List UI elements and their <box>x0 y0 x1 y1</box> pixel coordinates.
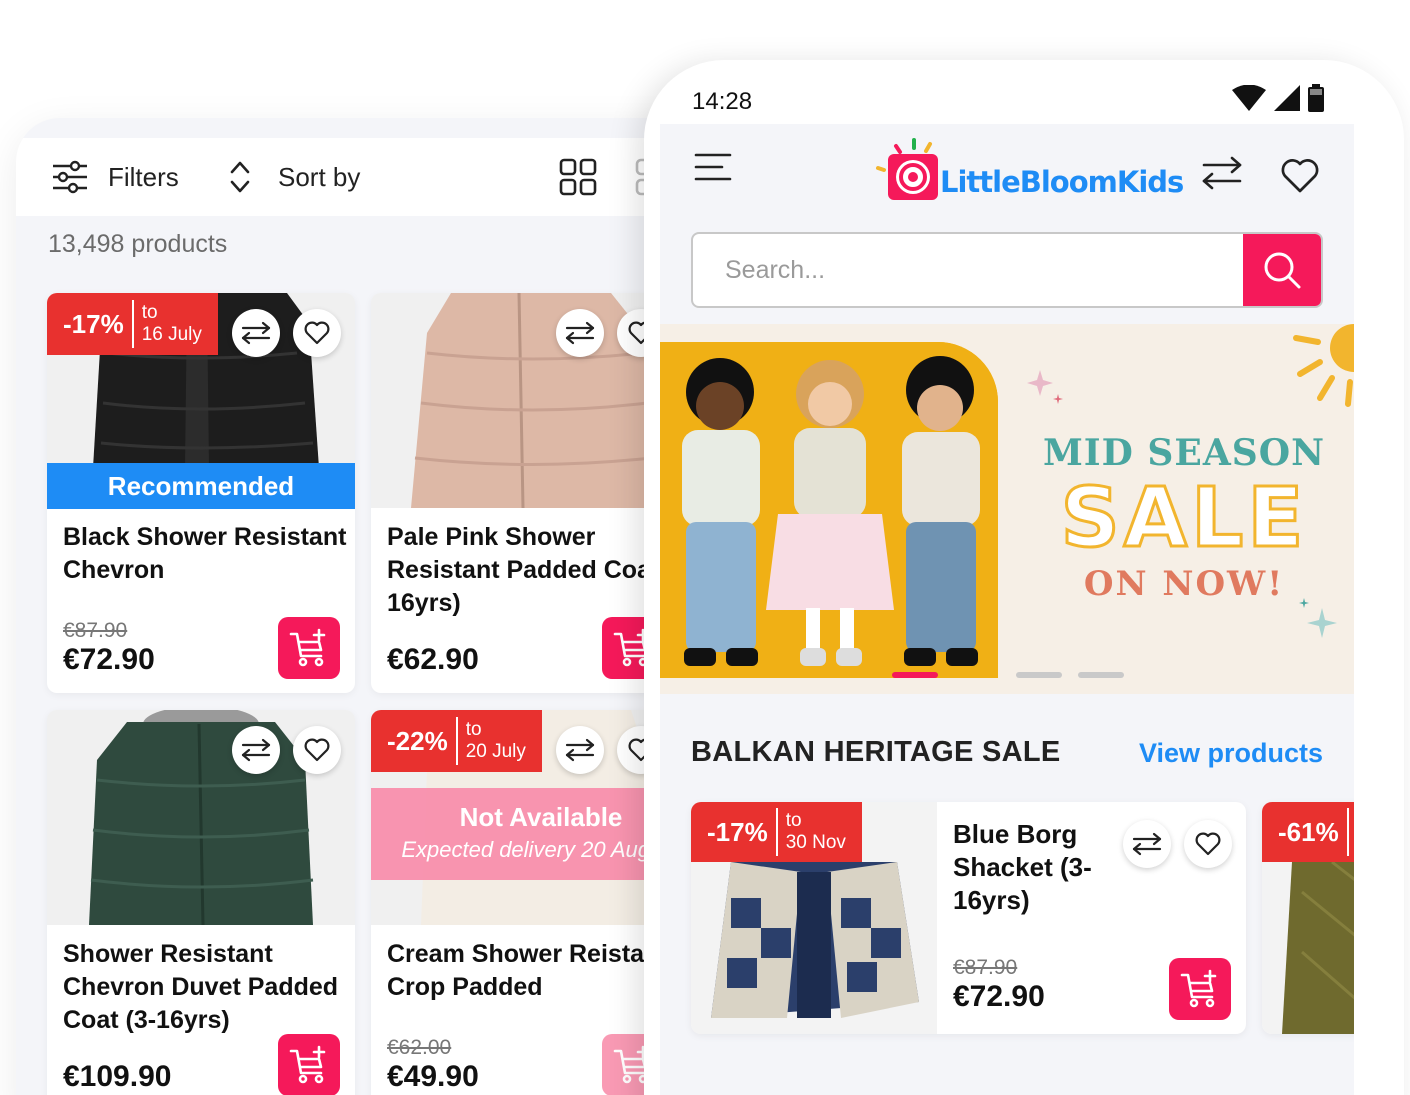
home-screen: LittleBloomKids Search... MID SEASON SAL… <box>660 124 1354 1095</box>
product-card[interactable]: Shower Resistant Chevron Duvet Padded Co… <box>47 710 355 1095</box>
compare-button[interactable] <box>556 726 604 774</box>
logo-mark-icon <box>876 138 938 200</box>
sale-line-1: MID SEASON <box>1042 432 1326 474</box>
wishlist-button[interactable] <box>293 726 341 774</box>
old-price: €62.00 <box>387 1036 452 1059</box>
compare-button[interactable] <box>232 726 280 774</box>
compare-icon <box>1132 832 1162 856</box>
grid-view-icon <box>558 157 598 197</box>
discount-until: 20 July <box>465 741 526 762</box>
product-count: 13,498 products <box>48 230 228 258</box>
sale-text: MID SEASON SALE ON NOW! <box>1034 432 1334 604</box>
sort-label: Sort by <box>278 161 361 192</box>
add-to-cart-icon <box>289 628 326 667</box>
discount-to-label: to <box>785 810 802 831</box>
sun-icon <box>1293 324 1354 407</box>
discount-badge: -61% <box>1262 802 1354 862</box>
status-time: 14:28 <box>692 88 753 115</box>
heart-icon <box>304 321 330 345</box>
view-products-link[interactable]: View products <box>1139 738 1323 769</box>
add-to-cart-button[interactable] <box>278 617 340 679</box>
compare-button[interactable] <box>232 309 280 357</box>
sort-icon <box>220 157 260 197</box>
section-title: BALKAN HERITAGE SALE <box>691 736 1061 768</box>
product-name[interactable]: Blue Borg Shacket (3-16yrs) <box>953 818 1113 917</box>
search-icon <box>1264 252 1301 289</box>
sort-button[interactable]: Sort by <box>220 138 360 216</box>
add-to-cart-icon <box>289 1045 326 1084</box>
discount-to-label: to <box>465 719 482 740</box>
search-button[interactable] <box>1243 234 1321 306</box>
brand-logo[interactable]: LittleBloomKids <box>874 138 1184 204</box>
carousel-dot[interactable] <box>892 672 938 678</box>
search-bar <box>691 232 1323 308</box>
recommended-banner: Recommended <box>47 463 355 509</box>
filters-button[interactable]: Filters <box>50 138 179 216</box>
carousel-dot[interactable] <box>1078 672 1124 678</box>
search-input[interactable] <box>693 234 1247 306</box>
add-to-cart-icon <box>1180 969 1217 1008</box>
add-to-cart-button[interactable] <box>1169 958 1231 1020</box>
compare-icon <box>241 321 271 345</box>
listing-toolbar: Filters Sort by <box>16 138 716 216</box>
product-price: €109.90 <box>63 1060 172 1093</box>
battery-icon <box>1308 84 1324 112</box>
heart-icon <box>1195 832 1221 856</box>
carousel-dot[interactable] <box>1016 672 1062 678</box>
app-header: LittleBloomKids <box>660 124 1354 216</box>
discount-badge: -22% to 20 July <box>371 710 542 772</box>
sparkle-icon <box>1027 370 1063 404</box>
product-listing-screen: Filters Sort by 13,498 products -17% to … <box>16 118 716 1095</box>
compare-button[interactable] <box>556 309 604 357</box>
menu-button[interactable] <box>694 152 732 187</box>
product-card[interactable]: -17% to 16 July Recommended Black Shower … <box>47 293 355 693</box>
product-name[interactable]: Black Shower Resistant Chevron <box>63 521 353 587</box>
discount-badge: -17% to 30 Nov <box>691 802 862 862</box>
heart-icon <box>304 738 330 762</box>
brand-name-text: LittleBloomKids <box>940 165 1184 199</box>
menu-icon <box>694 153 732 181</box>
product-price: €49.90 <box>387 1060 479 1093</box>
status-icons <box>1232 84 1324 112</box>
brand-name: LittleBloomKids <box>940 165 1184 199</box>
discount-until: 16 July <box>141 324 202 345</box>
product-price: €62.90 <box>387 643 479 676</box>
banner-photo <box>660 342 998 678</box>
discount-badge: -17% to 16 July <box>47 293 218 355</box>
wishlist-button[interactable] <box>1184 820 1232 868</box>
heart-icon <box>1281 159 1319 193</box>
filters-label: Filters <box>108 161 179 192</box>
discount-to-label: to <box>141 302 158 323</box>
wishlist-button[interactable] <box>293 309 341 357</box>
compare-icon <box>565 738 595 762</box>
phone-frame: 14:28 LittleBloomKids Search... MID SEAS… <box>644 60 1404 1095</box>
discount-percent: -17% <box>707 808 778 856</box>
discount-percent: -17% <box>63 300 134 348</box>
compare-icon <box>565 321 595 345</box>
promo-banner[interactable]: MID SEASON SALE ON NOW! <box>660 324 1354 694</box>
compare-nav-button[interactable] <box>1202 156 1242 195</box>
filters-icon <box>50 157 90 197</box>
sale-line-3: ON NOW! <box>1083 564 1285 604</box>
product-name[interactable]: Shower Resistant Chevron Duvet Padded Co… <box>63 938 353 1037</box>
signal-icon <box>1274 85 1300 111</box>
discount-percent: -22% <box>387 717 458 765</box>
compare-icon <box>241 738 271 762</box>
sale-line-2: SALE <box>1059 471 1308 566</box>
product-price: €72.90 <box>953 980 1045 1013</box>
compare-button[interactable] <box>1123 820 1171 868</box>
discount-percent: -61% <box>1278 808 1349 856</box>
old-price: €87.90 <box>953 956 1018 979</box>
add-to-cart-button[interactable] <box>278 1034 340 1095</box>
grid-view-button[interactable] <box>558 138 598 216</box>
product-card-partial[interactable]: -61% <box>1262 802 1354 1034</box>
compare-icon <box>1202 156 1242 190</box>
carousel-dots <box>892 672 1124 678</box>
featured-product-card[interactable]: -17% to 30 Nov Blue Borg Shacket (3-16yrs… <box>691 802 1246 1034</box>
wifi-icon <box>1232 85 1266 111</box>
discount-until: 30 Nov <box>785 832 846 853</box>
product-price: €72.90 <box>63 643 155 676</box>
wishlist-nav-button[interactable] <box>1280 158 1320 199</box>
old-price: €87.90 <box>63 619 128 642</box>
